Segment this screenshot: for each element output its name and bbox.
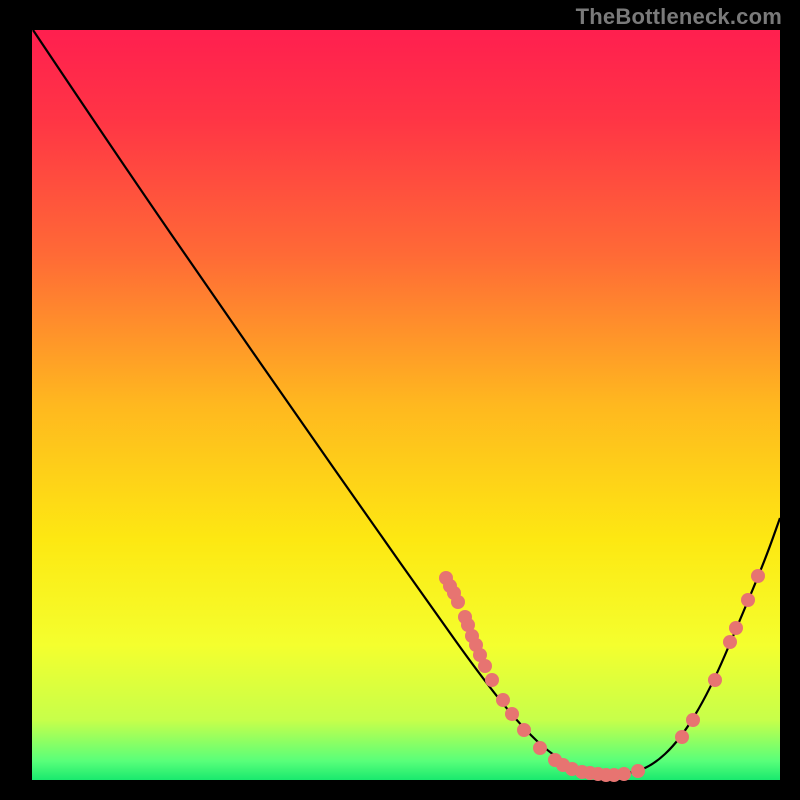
plot-background [32,30,780,780]
data-point-marker [451,595,465,609]
watermark-text: TheBottleneck.com [576,4,782,30]
data-point-marker [708,673,722,687]
data-point-marker [533,741,547,755]
data-point-marker [675,730,689,744]
data-point-marker [517,723,531,737]
data-point-marker [478,659,492,673]
chart-container: { "watermark": "TheBottleneck.com", "cha… [0,0,800,800]
data-point-marker [496,693,510,707]
data-point-marker [631,764,645,778]
data-point-marker [686,713,700,727]
data-point-marker [617,767,631,781]
bottleneck-chart [0,0,800,800]
data-point-marker [741,593,755,607]
data-point-marker [751,569,765,583]
data-point-marker [485,673,499,687]
data-point-marker [505,707,519,721]
data-point-marker [729,621,743,635]
data-point-marker [723,635,737,649]
